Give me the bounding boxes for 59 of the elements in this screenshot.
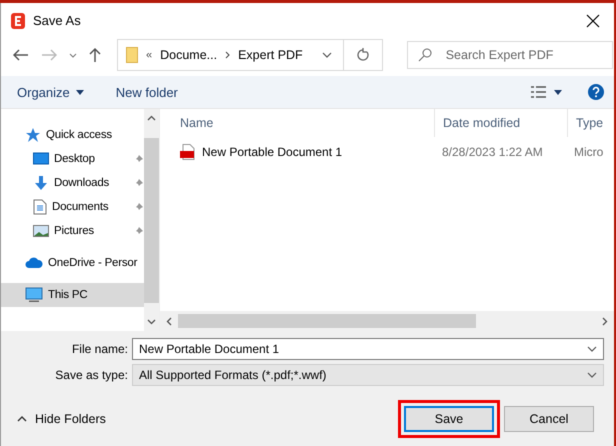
hide-folders-button[interactable]: Hide Folders [1,412,106,426]
caret-icon [76,90,84,94]
file-name: New Portable Document 1 [202,145,342,159]
folder-icon [126,47,138,63]
dropdown-caret-icon [587,372,597,378]
document-icon [33,199,47,215]
down-arrow-icon [33,175,49,191]
close-icon [586,14,600,28]
pdf-file-icon [180,144,196,160]
overflow-chevron: « [146,49,152,61]
search-icon [418,48,432,62]
scrollbar-thumb[interactable] [144,138,159,302]
search-field[interactable]: Search Expert PDF [406,41,613,69]
list-view-icon [530,85,548,99]
file-name-field[interactable]: New Portable Document 1 [132,338,604,360]
up-arrow-icon[interactable] [87,45,103,65]
file-row[interactable]: New Portable Document 1 8/28/2023 1:22 AM Micro [160,138,614,166]
column-header[interactable]: Name [160,109,434,137]
dropdown-caret-icon [587,346,597,352]
column-header[interactable]: Date modified [434,109,567,137]
sidebar-item[interactable]: This PC [1,283,144,307]
sidebar-item[interactable]: Downloads [1,171,144,195]
caret-icon [554,90,562,94]
sidebar-item[interactable]: Quick access [1,123,144,147]
app-logo-icon [11,12,25,28]
desktop-icon [33,152,49,166]
recent-caret-icon[interactable] [67,50,79,60]
dropdown-caret-icon [322,52,332,58]
scroll-down-icon[interactable] [147,319,156,325]
sidebar-item[interactable]: Desktop [1,147,144,171]
save-type-dropdown[interactable]: All Supported Formats (*.pdf;*.wwf) [132,364,604,386]
organize-menu[interactable]: Organize [11,82,90,102]
scroll-up-icon[interactable] [147,115,156,121]
new-folder-button[interactable]: New folder [110,82,184,102]
breadcrumb[interactable]: Docume... [160,48,218,62]
address-bar[interactable]: « Docume... Expert PDF [117,39,383,71]
breadcrumb[interactable]: Expert PDF [238,48,303,62]
sidebar-item[interactable]: Pictures [1,219,144,243]
chevron-right-icon [225,51,230,59]
scroll-right-icon[interactable] [602,316,608,326]
type-cell-text: Micro [573,145,604,159]
scrollbar-thumb[interactable] [178,314,476,328]
star-icon [25,127,41,143]
back-arrow-icon[interactable] [11,47,31,63]
cloud-icon [25,257,43,269]
picture-icon [33,224,49,238]
file-name-label: File name: [70,342,129,356]
sidebar-item[interactable]: OneDrive - Persor [1,251,144,275]
chevron-up-icon [17,416,27,422]
help-icon[interactable] [588,84,604,100]
sidebar-item[interactable]: Documents [1,195,144,219]
column-header[interactable]: Type [567,109,604,137]
cancel-button[interactable]: Cancel [504,406,594,432]
date-cell-text: 8/28/2023 1:22 AM [441,145,544,159]
refresh-icon[interactable] [356,48,370,62]
save-type-label: Save as type: [54,368,129,382]
scroll-left-icon[interactable] [166,316,172,326]
window-title: Save As [33,13,82,28]
computer-icon [25,287,43,303]
